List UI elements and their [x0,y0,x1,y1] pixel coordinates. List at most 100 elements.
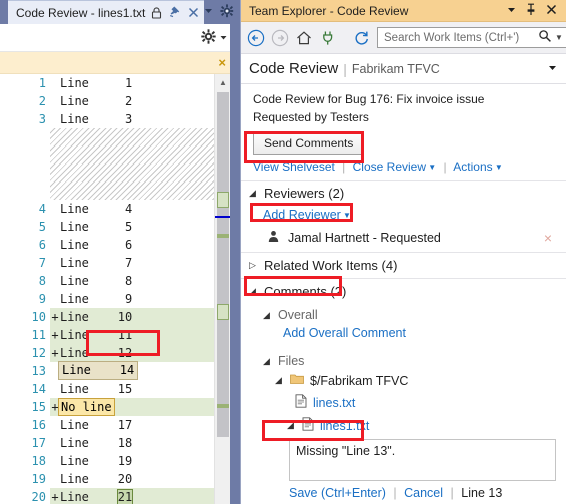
close-icon[interactable]: × [218,56,226,69]
editor-settings-button[interactable] [201,28,228,47]
back-icon[interactable] [247,28,265,48]
chevron-down-icon[interactable] [506,4,517,18]
code-text: Line 7 [60,256,133,270]
chevron-down-icon[interactable]: ▼ [426,163,436,172]
search-icon[interactable] [538,29,552,46]
pane-edge [230,24,240,504]
code-line[interactable]: 14 Line 15 [0,380,214,398]
tree-file-lines1-txt[interactable]: ◢ lines1.txt [241,414,566,437]
scroll-change-marker [217,234,229,238]
reviewer-row[interactable]: Jamal Hartnett - Requested × [241,226,566,252]
code-line[interactable]: 12 + Line 12 [0,344,214,362]
tree-file-lines-txt[interactable]: lines.txt [241,391,566,414]
file-label[interactable]: lines1.txt [320,419,369,433]
code-line[interactable]: 1 Line 1 [0,74,214,92]
code-line[interactable]: 3 Line 3 [0,110,214,128]
view-shelveset-link[interactable]: View Shelveset [253,160,335,174]
code-line[interactable]: 9 Line 9 [0,290,214,308]
chevron-down-icon[interactable]: ▼ [341,211,351,220]
tab-code-review-lines1[interactable]: Code Review - lines1.txt [8,0,205,24]
code-line[interactable]: 18 Line 19 [0,452,214,470]
section-comments[interactable]: ◢ Comments (2) [241,278,566,304]
comments-files-group[interactable]: ◢ Files [241,346,566,370]
close-review-link[interactable]: Close Review [353,160,426,174]
scroll-up-arrow[interactable]: ▲ [215,74,231,90]
chevron-down-icon[interactable]: ▼ [552,33,566,42]
diff-add-marker: + [51,490,59,504]
code-text: Line 21 [60,489,134,504]
link-separator: | [393,486,397,500]
send-comments-row: Send Comments [241,125,566,157]
triangle-expanded-icon[interactable]: ◢ [287,420,296,431]
code-line[interactable] [0,182,214,200]
code-text: Line 4 [60,202,133,216]
omitted-region-hatch [50,146,214,164]
pin-icon[interactable] [168,6,181,19]
diff-code-area[interactable]: 1 Line 1 2 Line 2 3 Line 3 4 Line 4 5 Line 5 6 Line… [0,74,214,504]
code-line[interactable]: 8 Line 8 [0,272,214,290]
close-icon[interactable] [187,6,200,19]
tree-folder-fabrikam[interactable]: ◢ $/Fabrikam TFVC [241,370,566,391]
code-line[interactable]: 7 Line 7 [0,254,214,272]
code-line[interactable]: 2 Line 2 [0,92,214,110]
line-number: 1 [38,76,46,90]
search-work-items-box[interactable]: ▼ [377,27,566,48]
file-label[interactable]: lines.txt [313,396,355,410]
code-line[interactable]: 20 + Line 21 [0,488,214,504]
code-line[interactable]: 6 Line 6 [0,236,214,254]
chevron-down-icon[interactable]: ▼ [493,163,503,172]
close-icon[interactable] [545,3,558,19]
gear-icon[interactable] [220,3,234,21]
triangle-expanded-icon[interactable]: ◢ [275,375,284,386]
line-number: 7 [38,256,46,270]
line-number: 15 [31,400,46,414]
remove-reviewer-icon[interactable]: × [544,230,558,246]
comments-overall-group[interactable]: ◢ Overall [241,304,566,324]
commented-line-text[interactable]: Line 14 [58,361,139,380]
code-line[interactable] [0,164,214,182]
code-line[interactable]: 11 + Line 11 [0,326,214,344]
code-text: Line 18 [60,436,133,450]
plug-icon[interactable] [319,28,337,48]
code-line[interactable]: 4 Line 4 [0,200,214,218]
code-line[interactable]: 15 + No line [0,398,214,416]
code-line[interactable] [0,128,214,146]
file-icon [302,417,314,434]
editor-vertical-scrollbar[interactable]: ▲ [214,74,231,504]
chevron-down-icon[interactable] [547,62,558,75]
add-reviewer-row: Add Reviewer ▼ [241,206,566,226]
add-overall-comment-link[interactable]: Add Overall Comment [283,326,406,340]
code-line[interactable]: 13 Line 14 [0,361,214,380]
comments-overall-label: Overall [278,308,318,322]
code-line[interactable]: 16 Line 17 [0,416,214,434]
cancel-comment-link[interactable]: Cancel [404,486,443,500]
search-input[interactable] [384,31,538,44]
pin-icon[interactable] [525,3,537,19]
code-line[interactable]: 10 + Line 10 [0,308,214,326]
commented-line-text[interactable]: No line [58,398,115,416]
scrollbar-thumb[interactable] [217,92,229,437]
triangle-expanded-icon: ◢ [249,188,256,198]
diff-editor-window: Code Review - lines1.txt × 1 Line 1 2 Li… [0,0,240,504]
code-line[interactable] [0,146,214,164]
line-number: 11 [31,328,46,342]
add-reviewer-link[interactable]: Add Reviewer [263,208,341,222]
line-number: 18 [31,454,46,468]
actions-link[interactable]: Actions [453,160,492,174]
section-reviewers[interactable]: ◢ Reviewers (2) [241,180,566,206]
home-icon[interactable] [295,28,313,48]
code-text: Line 19 [60,454,133,468]
chevron-down-icon[interactable] [203,5,214,19]
code-line[interactable]: 19 Line 20 [0,470,214,488]
send-comments-button[interactable]: Send Comments [253,131,365,155]
code-line[interactable]: 5 Line 5 [0,218,214,236]
line-number: 4 [38,202,46,216]
save-comment-link[interactable]: Save (Ctrl+Enter) [289,486,386,500]
header-separator: | [343,60,347,77]
section-related-work-items[interactable]: ▷ Related Work Items (4) [241,252,566,278]
tab-label: Code Review - lines1.txt [16,5,146,20]
refresh-icon[interactable] [353,28,371,48]
code-text: Line 15 [60,382,133,396]
comment-textarea[interactable]: Missing "Line 13". [289,439,556,481]
code-line[interactable]: 17 Line 18 [0,434,214,452]
